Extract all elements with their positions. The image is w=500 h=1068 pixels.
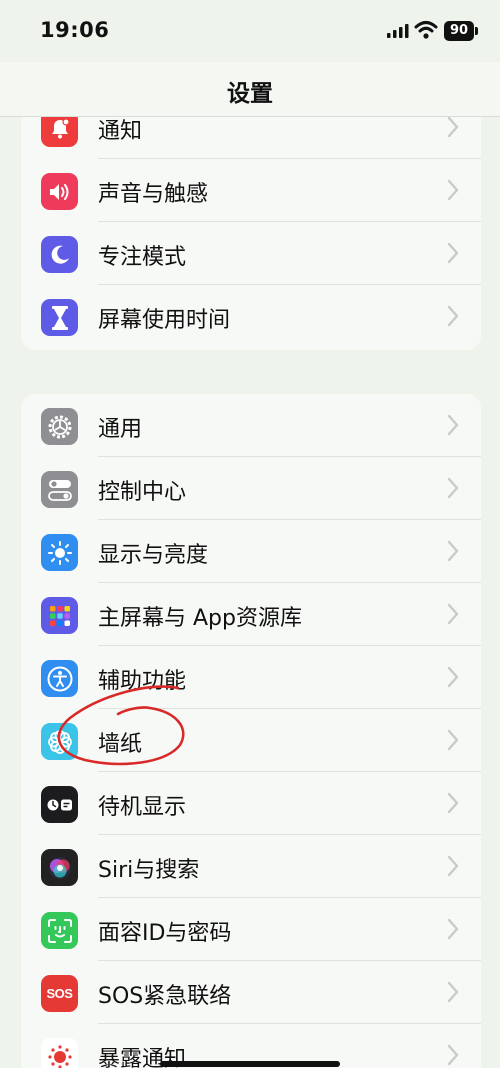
chevron-right-icon	[447, 414, 459, 436]
speaker-icon	[41, 173, 78, 210]
sun-icon	[41, 534, 78, 571]
siri-icon	[41, 849, 78, 886]
settings-row-label: 待机显示	[98, 795, 187, 820]
settings-row-focus[interactable]: 专注模式	[21, 222, 481, 285]
chevron-right-icon	[447, 666, 459, 688]
settings-row-label: 辅助功能	[98, 669, 187, 694]
cellular-signal-icon	[387, 24, 409, 38]
settings-row-home-screen-app-library[interactable]: 主屏幕与 App资源库	[21, 583, 481, 646]
settings-row-control-center[interactable]: 控制中心	[21, 457, 481, 520]
settings-row-label: 专注模式	[98, 245, 187, 270]
chevron-right-icon	[447, 179, 459, 201]
settings-row-sounds-haptics[interactable]: 声音与触感	[21, 159, 481, 222]
sos-icon-text: SOS	[46, 986, 73, 1001]
status-bar: 19:06 90	[0, 0, 500, 62]
flower-icon	[41, 723, 78, 760]
settings-row-label: 主屏幕与 App资源库	[98, 606, 302, 631]
chevron-right-icon	[447, 1044, 459, 1066]
settings-row-label: 声音与触感	[98, 182, 209, 207]
chevron-right-icon	[447, 116, 459, 138]
moon-icon	[41, 236, 78, 273]
settings-row-label: 通用	[98, 417, 143, 442]
toggles-icon	[41, 471, 78, 508]
app-grid-icon	[41, 597, 78, 634]
hourglass-icon	[41, 299, 78, 336]
chevron-right-icon	[447, 729, 459, 751]
settings-row-label: 墙纸	[98, 732, 143, 757]
settings-group-2: 通用 控制中心 显示与亮度 主屏幕与 App资源库 辅助功能 墙纸 待机显示 S…	[21, 394, 481, 1068]
settings-row-label: 显示与亮度	[98, 543, 209, 568]
page-title: 设置	[227, 81, 273, 107]
battery-indicator: 90	[444, 21, 474, 41]
standby-icon	[41, 786, 78, 823]
settings-group-1: 通知 声音与触感 专注模式 屏幕使用时间	[21, 96, 481, 350]
settings-row-label: 面容ID与密码	[98, 921, 232, 946]
settings-row-standby[interactable]: 待机显示	[21, 772, 481, 835]
settings-row-label: Siri与搜索	[98, 858, 200, 883]
exposure-icon	[41, 1038, 78, 1068]
settings-row-face-id-passcode[interactable]: 面容ID与密码	[21, 898, 481, 961]
wifi-icon	[414, 21, 438, 39]
chevron-right-icon	[447, 981, 459, 1003]
chevron-right-icon	[447, 540, 459, 562]
settings-row-label: 控制中心	[98, 480, 187, 505]
sos-icon: SOS	[41, 975, 78, 1012]
settings-row-screen-time[interactable]: 屏幕使用时间	[21, 285, 481, 348]
chevron-right-icon	[447, 918, 459, 940]
settings-row-emergency-sos[interactable]: SOS SOS紧急联络	[21, 961, 481, 1024]
settings-row-general[interactable]: 通用	[21, 394, 481, 457]
home-indicator	[160, 1061, 340, 1067]
battery-cap	[475, 27, 478, 35]
settings-row-label: SOS紧急联络	[98, 984, 232, 1009]
settings-row-label: 屏幕使用时间	[98, 308, 231, 333]
chevron-right-icon	[447, 477, 459, 499]
status-time: 19:06	[40, 18, 110, 42]
chevron-right-icon	[447, 242, 459, 264]
face-id-icon	[41, 912, 78, 949]
settings-row-accessibility[interactable]: 辅助功能	[21, 646, 481, 709]
settings-row-siri-search[interactable]: Siri与搜索	[21, 835, 481, 898]
settings-row-wallpaper[interactable]: 墙纸	[21, 709, 481, 772]
chevron-right-icon	[447, 305, 459, 327]
settings-row-label: 通知	[98, 119, 143, 144]
accessibility-icon	[41, 660, 78, 697]
chevron-right-icon	[447, 855, 459, 877]
gear-icon	[41, 408, 78, 445]
navigation-bar: 设置	[0, 62, 500, 117]
chevron-right-icon	[447, 603, 459, 625]
chevron-right-icon	[447, 792, 459, 814]
settings-row-display-brightness[interactable]: 显示与亮度	[21, 520, 481, 583]
